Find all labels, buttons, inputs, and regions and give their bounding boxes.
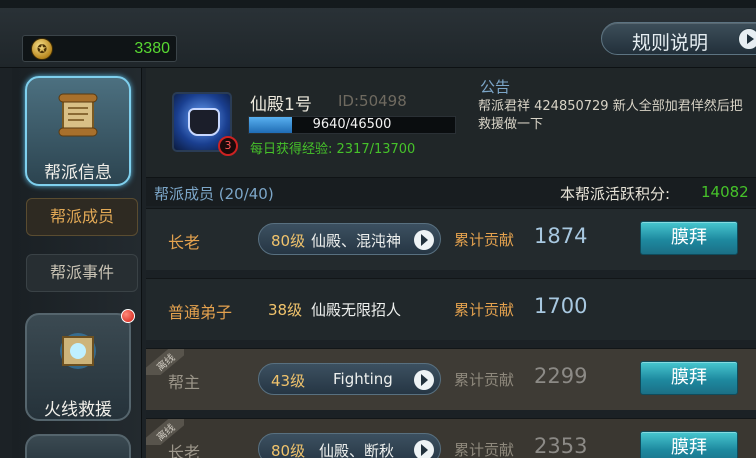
worship-button[interactable]: 膜拜 bbox=[640, 221, 738, 255]
chevron-right-icon bbox=[414, 370, 434, 390]
notice-text: 帮派君祥 424850729 新人全部加君佯然后把救援做一下 bbox=[478, 99, 743, 132]
sidebar-item-label: 火线救援 bbox=[44, 400, 112, 420]
guild-exp-bar: 9640/46500 bbox=[248, 116, 456, 134]
contribution-value: 2299 bbox=[534, 364, 588, 388]
guild-name: 仙殿1号 bbox=[250, 95, 312, 115]
contribution-label: 累计贡献 bbox=[454, 441, 515, 458]
scroll-icon bbox=[58, 93, 98, 137]
activity-value: 14082 bbox=[701, 183, 749, 201]
member-role: 普通弟子 bbox=[168, 303, 233, 322]
sidebar-item-guild-info[interactable]: 帮派信息 bbox=[25, 76, 131, 186]
coin-icon: ✪ bbox=[31, 38, 53, 60]
sidebar-item-guild-members[interactable]: 帮派成员 bbox=[26, 198, 138, 236]
contribution-label: 累计贡献 bbox=[454, 301, 515, 319]
notification-dot-icon bbox=[121, 309, 135, 323]
sidebar: 帮派信息 帮派成员 帮派事件 火线救援 bbox=[12, 68, 142, 458]
member-level: 80级 bbox=[271, 232, 306, 250]
main-panel: 3 仙殿1号 ID:50498 9640/46500 每日获得经验: 2317/… bbox=[146, 68, 756, 458]
members-count-label: 帮派成员 (20/40) bbox=[154, 185, 274, 203]
currency-display: ✪ 3380 bbox=[22, 35, 177, 62]
worship-button[interactable]: 膜拜 bbox=[640, 431, 738, 458]
member-level: 38级 bbox=[268, 301, 303, 319]
sidebar-item-label: 帮派信息 bbox=[44, 163, 112, 183]
top-bar: ✪ 3380 规则说明 bbox=[0, 0, 756, 68]
member-row: 离线 长老 80级 仙殿、断秋 累计贡献 2353 膜拜 bbox=[146, 418, 756, 458]
rules-button-label: 规则说明 bbox=[632, 32, 709, 54]
member-row: 长老 80级 仙殿、混沌神 累计贡献 1874 膜拜 bbox=[146, 208, 756, 270]
member-level: 43级 bbox=[271, 372, 306, 390]
member-role: 长老 bbox=[168, 443, 201, 458]
sidebar-item-fire-rescue[interactable]: 火线救援 bbox=[25, 309, 135, 421]
rescue-scroll-icon bbox=[60, 333, 96, 369]
member-name-button[interactable]: 43级 Fighting bbox=[258, 363, 441, 395]
coin-value: 3380 bbox=[134, 40, 170, 57]
contribution-value: 1700 bbox=[534, 294, 588, 318]
rules-button[interactable]: 规则说明 bbox=[601, 22, 756, 55]
daily-exp-text: 每日获得经验: 2317/13700 bbox=[250, 142, 416, 157]
member-level: 80级 bbox=[271, 442, 306, 458]
contribution-value: 2353 bbox=[534, 434, 588, 458]
member-row: 普通弟子 38级 仙殿无限招人 累计贡献 1700 bbox=[146, 278, 756, 340]
contribution-label: 累计贡献 bbox=[454, 231, 515, 249]
member-name-button[interactable]: 80级 仙殿、混沌神 bbox=[258, 223, 441, 255]
member-role: 长老 bbox=[168, 233, 201, 252]
member-name: Fighting bbox=[333, 370, 393, 388]
chevron-right-icon bbox=[414, 440, 434, 458]
guild-id: ID:50498 bbox=[338, 92, 407, 110]
chevron-right-icon bbox=[414, 230, 434, 250]
member-name-button[interactable]: 80级 仙殿、断秋 bbox=[258, 433, 441, 458]
sidebar-item-more[interactable] bbox=[25, 434, 131, 458]
guild-level-badge: 3 bbox=[218, 136, 238, 156]
member-row: 离线 帮主 43级 Fighting 累计贡献 2299 膜拜 bbox=[146, 348, 756, 410]
sidebar-item-guild-events[interactable]: 帮派事件 bbox=[26, 254, 138, 292]
guild-info-panel: 3 仙殿1号 ID:50498 9640/46500 每日获得经验: 2317/… bbox=[146, 68, 756, 178]
member-role: 帮主 bbox=[168, 373, 201, 392]
member-name: 仙殿无限招人 bbox=[311, 301, 402, 319]
notice-title: 公告 bbox=[480, 78, 511, 96]
guild-exp-text: 9640/46500 bbox=[312, 117, 392, 132]
member-name: 仙殿、断秋 bbox=[319, 442, 395, 458]
worship-button[interactable]: 膜拜 bbox=[640, 361, 738, 395]
members-header: 帮派成员 (20/40) 本帮派活跃积分: 14082 bbox=[146, 178, 756, 206]
member-name: 仙殿、混沌神 bbox=[311, 232, 402, 250]
contribution-label: 累计贡献 bbox=[454, 371, 515, 389]
contribution-value: 1874 bbox=[534, 224, 588, 248]
chevron-right-icon bbox=[738, 28, 756, 50]
activity-label: 本帮派活跃积分: bbox=[560, 185, 671, 203]
